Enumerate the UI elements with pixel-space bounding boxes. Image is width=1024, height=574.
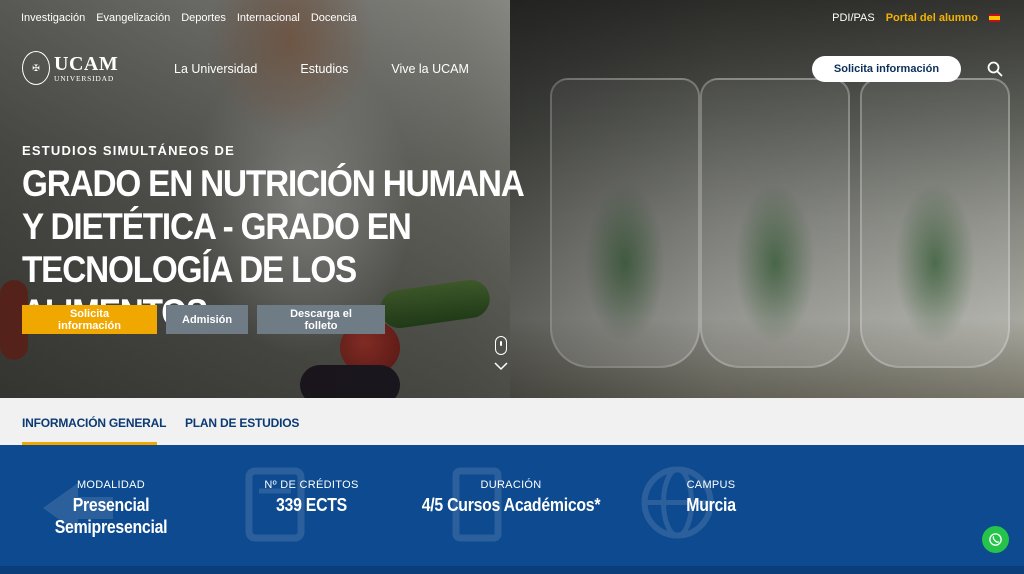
university-seal-icon: ✠ bbox=[22, 51, 50, 85]
top-link-internacional[interactable]: Internacional bbox=[237, 12, 300, 24]
top-link-docencia[interactable]: Docencia bbox=[311, 12, 357, 24]
info-value: 339 ECTS bbox=[276, 495, 347, 515]
info-creditos: Nº DE CRÉDITOS 339 ECTS bbox=[240, 479, 383, 516]
top-link-investigacion[interactable]: Investigación bbox=[21, 12, 85, 24]
info-duracion: DURACIÓN 4/5 Cursos Académicos* bbox=[400, 479, 622, 516]
nav-la-universidad[interactable]: La Universidad bbox=[174, 62, 257, 76]
admision-button[interactable]: Admisión bbox=[166, 305, 248, 334]
top-nav: Investigación Evangelización Deportes In… bbox=[21, 12, 357, 24]
tab-plan-de-estudios[interactable]: PLAN DE ESTUDIOS bbox=[185, 416, 299, 430]
info-label: DURACIÓN bbox=[480, 479, 542, 491]
info-value: Presencial bbox=[72, 495, 150, 515]
info-value: 4/5 Cursos Académicos* bbox=[421, 495, 601, 515]
info-campus: CAMPUS Murcia bbox=[652, 479, 770, 516]
top-bar: Investigación Evangelización Deportes In… bbox=[0, 0, 1024, 36]
info-label: Nº DE CRÉDITOS bbox=[264, 479, 359, 491]
top-link-deportes[interactable]: Deportes bbox=[181, 12, 226, 24]
top-link-evangelizacion[interactable]: Evangelización bbox=[96, 12, 170, 24]
nav-vive-la-ucam[interactable]: Vive la UCAM bbox=[391, 62, 469, 76]
info-band-bottom bbox=[0, 566, 1024, 574]
logo-text: UCAM UNIVERSIDAD bbox=[54, 54, 118, 83]
logo-sub: UNIVERSIDAD bbox=[54, 73, 115, 83]
descarga-folleto-button[interactable]: Descarga el folleto bbox=[257, 305, 385, 334]
search-icon[interactable] bbox=[987, 61, 1003, 77]
hero-solicita-informacion-button[interactable]: Solicita información bbox=[22, 305, 157, 334]
info-label: MODALIDAD bbox=[76, 479, 146, 491]
nav-estudios[interactable]: Estudios bbox=[300, 62, 348, 76]
section-tabs: INFORMACIÓN GENERAL PLAN DE ESTUDIOS bbox=[0, 398, 1024, 445]
solicita-informacion-button[interactable]: Solicita información bbox=[812, 56, 961, 82]
chevron-down-icon[interactable] bbox=[493, 361, 509, 371]
ucam-logo[interactable]: ✠ UCAM UNIVERSIDAD bbox=[22, 51, 118, 85]
mouse-scroll-icon[interactable] bbox=[495, 336, 507, 355]
info-modalidad: MODALIDAD Presencial Semipresencial bbox=[30, 479, 192, 538]
whatsapp-button[interactable] bbox=[982, 526, 1009, 553]
info-value: Semipresencial bbox=[54, 517, 168, 537]
whatsapp-icon bbox=[989, 533, 1002, 546]
top-right: PDI/PAS Portal del alumno bbox=[832, 12, 1000, 24]
info-band: MODALIDAD Presencial Semipresencial Nº D… bbox=[0, 445, 1024, 574]
tab-informacion-general[interactable]: INFORMACIÓN GENERAL bbox=[22, 416, 166, 430]
hero-eyebrow: ESTUDIOS SIMULTÁNEOS DE bbox=[22, 143, 235, 158]
main-nav: La Universidad Estudios Vive la UCAM bbox=[174, 62, 469, 76]
logo-main: UCAM bbox=[54, 52, 119, 75]
hero-buttons: Solicita información Admisión Descarga e… bbox=[22, 305, 385, 334]
info-value: Murcia bbox=[686, 495, 736, 515]
spain-flag-icon[interactable] bbox=[989, 14, 1000, 22]
info-label: CAMPUS bbox=[686, 479, 736, 491]
portal-alumno-link[interactable]: Portal del alumno bbox=[886, 12, 978, 24]
pdi-pas-link[interactable]: PDI/PAS bbox=[832, 12, 875, 24]
